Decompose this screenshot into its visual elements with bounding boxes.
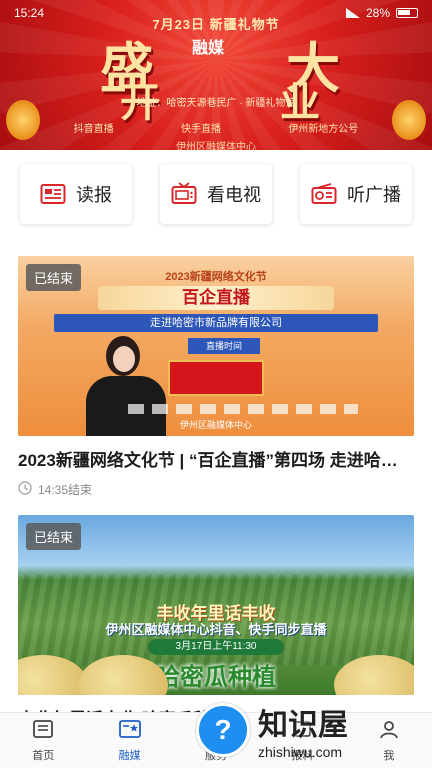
home-icon bbox=[32, 719, 54, 744]
signal-icon bbox=[345, 8, 360, 18]
poster-footer: 伊州区融媒体中心 bbox=[179, 420, 252, 430]
live-card-thumbnail[interactable]: 已结束 丰收年里话丰收 伊州区融媒体中心抖音、快手同步直播 3月17日上午11:… bbox=[18, 515, 414, 695]
status-badge: 已结束 bbox=[26, 523, 82, 550]
battery-level: 28% bbox=[365, 6, 390, 20]
status-badge: 已结束 bbox=[26, 264, 82, 291]
watch-tv-label: 看电视 bbox=[207, 185, 261, 205]
lantern-icon bbox=[6, 100, 40, 140]
hero-subtitle: 地址：哈密天源巷民广 · 新疆礼物馆 bbox=[136, 98, 296, 109]
newspaper-icon bbox=[40, 183, 66, 205]
poster-subtitle: 伊州区融媒体中心抖音、快手同步直播 bbox=[105, 622, 327, 637]
lantern-icon bbox=[392, 100, 426, 140]
hero-bottom-item: 快手直播 bbox=[180, 124, 221, 135]
watch-tv-button[interactable]: 看电视 bbox=[160, 164, 272, 224]
poster-subtitle: 走进哈密市新品牌有限公司 bbox=[54, 314, 378, 332]
tab-media-label: 融媒 bbox=[118, 749, 141, 762]
sponsor-logos bbox=[128, 404, 358, 414]
tab-home[interactable]: 首页 bbox=[0, 713, 86, 768]
listen-radio-button[interactable]: 听广播 bbox=[300, 164, 412, 224]
hero-caption: 伊州区融媒体中心 bbox=[176, 142, 256, 150]
live-card-thumbnail[interactable]: 已结束 2023新疆网络文化节 百企直播 走进哈密市新品牌有限公司 直播时间 伊… bbox=[18, 256, 414, 436]
read-newspaper-label: 读报 bbox=[76, 185, 112, 205]
quick-entry-bar: 读报 看电视 听广播 bbox=[20, 164, 412, 226]
watermark: ? 知识屋 zhishiwu.com bbox=[196, 700, 426, 760]
hero-bottom-item: 伊州新地方公号 bbox=[288, 124, 359, 135]
card-title[interactable]: 2023新疆网络文化节 | “百企直播”第四场 走进哈密市新品牌有限公司 bbox=[18, 446, 414, 471]
card-meta: 14:35结束 bbox=[18, 481, 414, 498]
live-card[interactable]: 已结束 2023新疆网络文化节 百企直播 走进哈密市新品牌有限公司 直播时间 伊… bbox=[18, 256, 414, 498]
media-icon bbox=[118, 719, 142, 744]
live-card[interactable]: 已结束 丰收年里话丰收 伊州区融媒体中心抖音、快手同步直播 3月17日上午11:… bbox=[18, 515, 414, 730]
status-bar: 15:24 28% bbox=[0, 0, 432, 26]
status-indicators: 28% bbox=[345, 6, 418, 20]
hero-banner[interactable]: 15:24 28% 7月23日 新疆礼物节 盛 大 开 业 融媒 地址：哈密天源… bbox=[0, 0, 432, 150]
tab-media[interactable]: 融媒 bbox=[86, 713, 172, 768]
radio-icon bbox=[311, 183, 337, 205]
watermark-en: zhishiwu.com bbox=[258, 744, 343, 760]
card-end-time: 14:35结束 bbox=[38, 483, 93, 497]
status-time: 15:24 bbox=[14, 6, 45, 20]
tab-home-label: 首页 bbox=[32, 749, 55, 762]
watermark-logo: ? bbox=[196, 703, 250, 757]
read-newspaper-button[interactable]: 读报 bbox=[20, 164, 132, 224]
watermark-cn: 知识屋 bbox=[258, 708, 348, 743]
poster-banner: 百企直播 bbox=[98, 286, 334, 310]
battery-icon bbox=[396, 8, 418, 18]
hero-bottom-item: 抖音直播 bbox=[73, 124, 114, 135]
poster-live-time: 直播时间 bbox=[188, 338, 260, 354]
hero-bottom-row: 抖音直播 快手直播 伊州新地方公号 bbox=[40, 120, 392, 135]
hero-badge: 融媒 bbox=[192, 40, 225, 57]
tv-icon bbox=[171, 182, 197, 206]
clock-icon bbox=[18, 481, 32, 498]
gift-box-image bbox=[168, 360, 264, 396]
poster-date: 3月17日上午11:30 bbox=[148, 639, 284, 655]
listen-radio-label: 听广播 bbox=[347, 185, 401, 205]
watermark-text: 知识屋 zhishiwu.com bbox=[258, 700, 348, 760]
